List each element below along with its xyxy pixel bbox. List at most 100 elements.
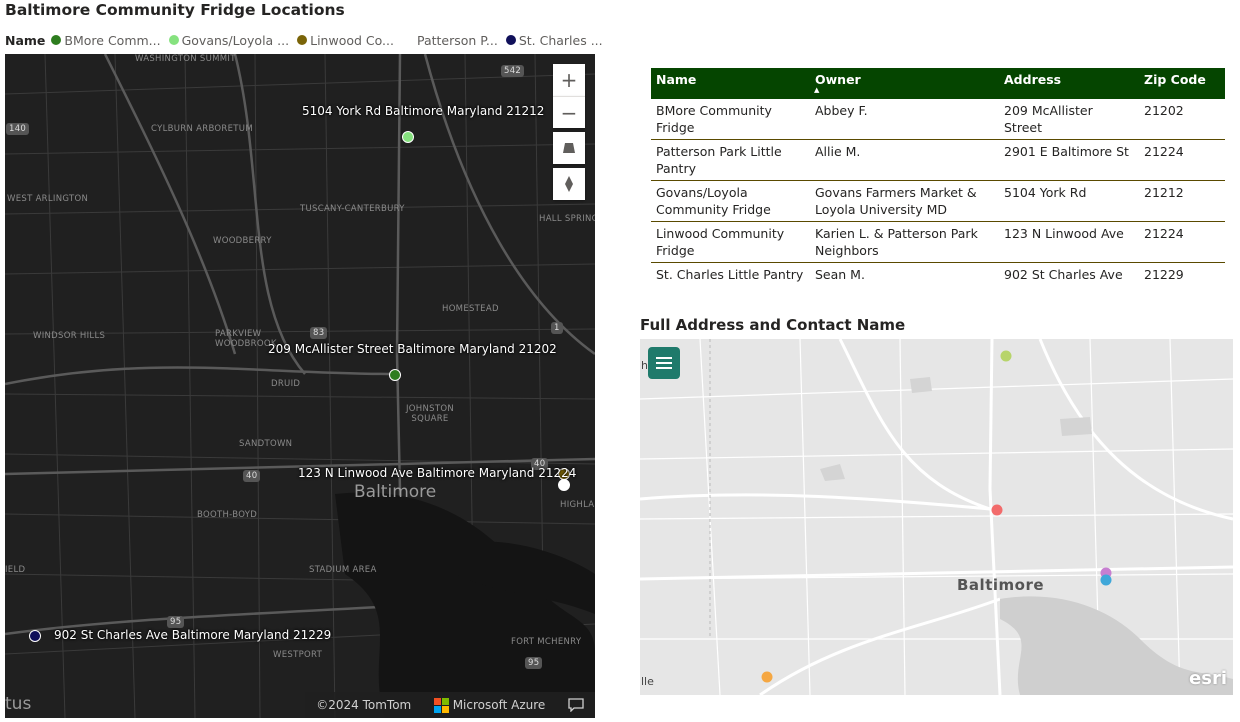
legend-label: Name xyxy=(5,32,46,48)
map-pin-stcharles[interactable] xyxy=(29,630,41,642)
legend-dot xyxy=(401,34,414,46)
light-map-title: Full Address and Contact Name xyxy=(640,316,906,334)
place-label: CYLBURN ARBORETUM xyxy=(151,124,253,134)
feedback-icon[interactable] xyxy=(568,698,584,712)
fridge-table: Name Owner ▲ Address Zip Code BMore Commu… xyxy=(651,68,1225,286)
edge-label: h xyxy=(641,359,648,372)
microsoft-logo-icon xyxy=(433,697,449,713)
place-label: JOHNSTON SQUARE xyxy=(406,404,454,424)
cell-name: Linwood Community Fridge xyxy=(656,226,785,258)
highway-shield: 83 xyxy=(310,327,328,339)
esri-logo: esri xyxy=(1189,668,1227,689)
pin-label: 902 St Charles Ave Baltimore Maryland 21… xyxy=(54,628,332,642)
table-row[interactable]: Linwood Community Fridge Karien L. & Pat… xyxy=(651,222,1225,263)
cell-address: 123 N Linwood Ave xyxy=(1004,226,1124,241)
pitch-icon xyxy=(563,143,575,153)
cell-owner: Abbey F. xyxy=(815,103,868,118)
cell-address: 2901 E Baltimore St xyxy=(1004,144,1129,159)
map-attribution: ©2024 TomTom Microsoft Azure xyxy=(305,692,595,718)
legend-text: Patterson P... xyxy=(416,32,498,48)
place-label: PARKVIEW WOODBROOK xyxy=(215,329,277,349)
pin-label: 123 N Linwood Ave Baltimore Maryland 212… xyxy=(298,466,577,480)
pitch-button[interactable] xyxy=(553,132,585,164)
place-label: STADIUM AREA xyxy=(309,565,377,575)
esri-map[interactable]: h lle Baltimore esri xyxy=(640,339,1233,695)
compass-icon xyxy=(565,176,573,192)
column-header-zip[interactable]: Zip Code xyxy=(1139,68,1225,99)
table-row[interactable]: St. Charles Little Pantry Sean M. 902 St… xyxy=(651,263,1225,287)
light-map-roads xyxy=(640,339,1233,695)
place-label: HIGHLA xyxy=(560,500,595,510)
cell-zip: 21224 xyxy=(1144,144,1184,159)
edge-label: tus xyxy=(5,694,32,714)
map-pin-govans[interactable] xyxy=(402,131,414,143)
place-label: DRUID xyxy=(271,379,301,389)
table-row[interactable]: BMore Community Fridge Abbey F. 209 McAl… xyxy=(651,99,1225,140)
place-label: WESTPORT xyxy=(273,650,323,660)
table-row[interactable]: Patterson Park Little Pantry Allie M. 29… xyxy=(651,140,1225,181)
column-header-name[interactable]: Name xyxy=(651,68,810,99)
place-label: WEST ARLINGTON xyxy=(7,194,89,204)
cell-address: 209 McAllister Street xyxy=(1004,103,1093,135)
place-label: HALL SPRING xyxy=(539,214,595,224)
legend-item-patterson[interactable]: Patterson P... xyxy=(401,32,498,48)
legend-dot xyxy=(168,35,179,45)
legend-item-govans[interactable]: Govans/Loyola ... xyxy=(168,33,289,48)
place-label: WOODBERRY xyxy=(213,236,272,246)
city-label: Baltimore xyxy=(354,482,437,502)
highway-shield: 95 xyxy=(525,657,543,669)
legend-item-linwood[interactable]: Linwood Co... xyxy=(297,33,394,48)
cell-zip: 21212 xyxy=(1144,185,1184,200)
highway-shield: 1 xyxy=(551,322,563,334)
zoom-out-button[interactable]: − xyxy=(553,96,585,128)
highway-shield: 140 xyxy=(6,123,30,135)
cell-zip: 21202 xyxy=(1144,103,1184,118)
city-label: Baltimore xyxy=(957,576,1045,594)
cell-address: 902 St Charles Ave xyxy=(1004,267,1123,282)
legend-dot xyxy=(505,35,516,45)
highway-shield: 542 xyxy=(501,65,525,77)
sort-ascending-icon: ▲ xyxy=(814,86,820,94)
cell-owner: Allie M. xyxy=(815,144,861,159)
dark-map[interactable]: WASHINGTON SUMMIT CYLBURN ARBORETUM WEST… xyxy=(5,54,595,718)
place-label: IELD xyxy=(5,565,26,575)
legend-item-stcharles[interactable]: St. Charles ... xyxy=(505,33,603,48)
column-header-label: Owner xyxy=(815,72,861,87)
map-pin[interactable] xyxy=(1000,350,1012,362)
azure-attribution: Microsoft Azure xyxy=(433,697,545,713)
zoom-in-button[interactable]: + xyxy=(553,64,585,96)
cell-name: BMore Community Fridge xyxy=(656,103,772,135)
column-header-address[interactable]: Address xyxy=(999,68,1139,99)
map-pin-bmore[interactable] xyxy=(389,369,401,381)
legend-text: Linwood Co... xyxy=(310,32,394,48)
cell-name: Patterson Park Little Pantry xyxy=(656,144,782,176)
cell-name: Govans/Loyola Community Fridge xyxy=(656,185,771,217)
cell-owner: Karien L. & Patterson Park Neighbors xyxy=(815,226,978,258)
cell-owner: Sean M. xyxy=(815,267,865,282)
highway-shield: 40 xyxy=(243,470,261,482)
map-pin-patterson[interactable] xyxy=(558,479,570,491)
legend-dot xyxy=(297,35,308,45)
map-pin[interactable] xyxy=(1100,574,1112,586)
map-pin[interactable] xyxy=(991,504,1003,516)
cell-address: 5104 York Rd xyxy=(1004,185,1087,200)
place-label: WASHINGTON SUMMIT xyxy=(135,54,236,64)
place-label: HOMESTEAD xyxy=(442,304,499,314)
column-header-owner[interactable]: Owner ▲ xyxy=(810,68,999,99)
pin-label: 5104 York Rd Baltimore Maryland 21212 xyxy=(302,104,545,118)
cell-zip: 21229 xyxy=(1144,267,1184,282)
place-label: WINDSOR HILLS xyxy=(33,331,106,341)
table-row[interactable]: Govans/Loyola Community Fridge Govans Fa… xyxy=(651,181,1225,222)
map-menu-button[interactable] xyxy=(648,347,680,379)
cell-name: St. Charles Little Pantry xyxy=(656,267,804,282)
map-pin[interactable] xyxy=(761,671,773,683)
place-label: BOOTH-BOYD xyxy=(197,510,258,520)
legend-item-bmore[interactable]: BMore Comm... xyxy=(51,33,161,48)
compass-button[interactable] xyxy=(553,168,585,200)
pin-label: 209 McAllister Street Baltimore Maryland… xyxy=(268,342,557,356)
cell-owner: Govans Farmers Market & Loyola Universit… xyxy=(815,185,977,217)
highway-shield: 95 xyxy=(167,616,185,628)
place-label: FORT MCHENRY xyxy=(511,637,582,647)
table-header-row: Name Owner ▲ Address Zip Code xyxy=(651,68,1225,99)
place-label: SANDTOWN xyxy=(239,439,293,449)
